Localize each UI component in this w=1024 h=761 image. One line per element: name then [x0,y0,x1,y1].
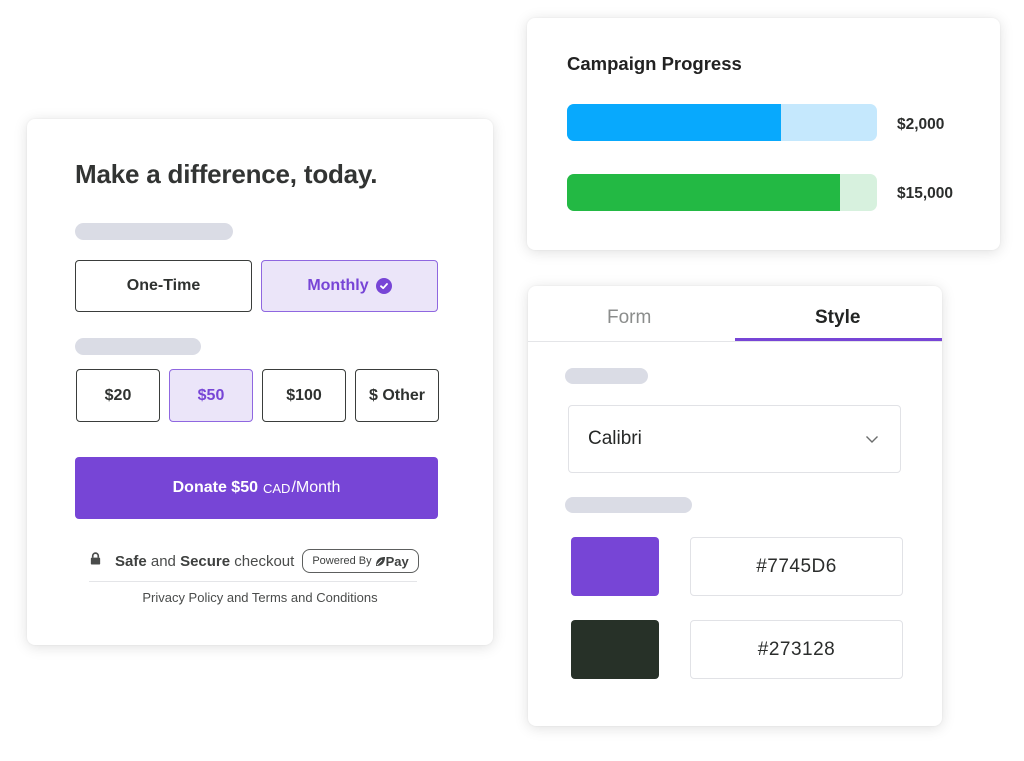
amount-other-button[interactable]: $ Other [355,369,439,422]
active-tab-indicator [735,338,942,341]
secure-text-secure: Secure [180,552,231,570]
secondary-color-hex-input[interactable]: #273128 [690,620,903,679]
progress-bar-track [567,104,877,141]
donation-form-card: Make a difference, today. One-Time Month… [27,119,493,645]
amount-label: $100 [286,386,322,404]
frequency-one-time-button[interactable]: One-Time [75,260,252,312]
secure-text-and: and [146,552,181,570]
placeholder-label-skeleton [565,497,692,513]
amount-20-button[interactable]: $20 [76,369,160,422]
progress-bar-label: $2,000 [897,116,945,133]
tab-bar: Form Style [528,286,942,342]
pay-brand-text: Pay [385,553,409,569]
chevron-down-icon [866,436,878,443]
donate-period-text: /Month [291,479,341,496]
progress-bar-track [567,174,877,211]
amount-label: $50 [197,386,225,404]
donation-form-title: Make a difference, today. [75,159,378,189]
placeholder-label-skeleton [75,338,201,355]
powered-by-badge: Powered By Pay [302,549,419,573]
secure-text-checkout: checkout [230,552,295,570]
donate-button[interactable]: Donate $50 CAD /Month [75,457,438,519]
primary-color-swatch[interactable] [571,537,659,596]
campaign-progress-title: Campaign Progress [567,53,742,74]
frequency-monthly-button[interactable]: Monthly [261,260,438,312]
tab-style[interactable]: Style [815,307,860,329]
primary-color-hex-input[interactable]: #7745D6 [690,537,903,596]
frequency-monthly-label: Monthly [307,277,369,294]
lock-icon [90,551,101,565]
font-select-value: Calibri [588,428,642,449]
secure-checkout-row: Safe and Secure checkout Powered By Pay [89,549,419,573]
amount-100-button[interactable]: $100 [262,369,346,422]
progress-bar-fill [567,104,781,141]
donate-amount-text: Donate $50 [172,479,258,496]
divider [89,581,417,582]
frequency-one-time-label: One-Time [126,277,201,294]
amount-50-button[interactable]: $50 [169,369,253,422]
tab-form[interactable]: Form [607,307,651,329]
amount-label: $20 [104,386,132,404]
placeholder-label-skeleton [565,368,648,384]
progress-bar-fill [567,174,840,211]
secondary-color-swatch[interactable] [571,620,659,679]
progress-bar-label: $15,000 [897,185,954,202]
check-circle-icon [375,278,392,294]
amount-label: $ Other [368,386,425,404]
pay-brand: Pay [375,554,409,569]
leaf-logo-icon [375,556,385,566]
secure-text-safe: Safe [115,552,147,570]
powered-by-label: Powered By [312,555,372,567]
style-panel-card: Form Style Calibri #7745D6 #273128 [528,286,942,726]
campaign-progress-card: Campaign Progress $2,000 $15,000 [527,18,1000,250]
font-select[interactable]: Calibri [568,405,901,473]
placeholder-label-skeleton [75,223,233,240]
donate-currency-text: CAD [263,480,291,496]
privacy-terms-link[interactable]: Privacy Policy and Terms and Conditions [27,590,493,605]
